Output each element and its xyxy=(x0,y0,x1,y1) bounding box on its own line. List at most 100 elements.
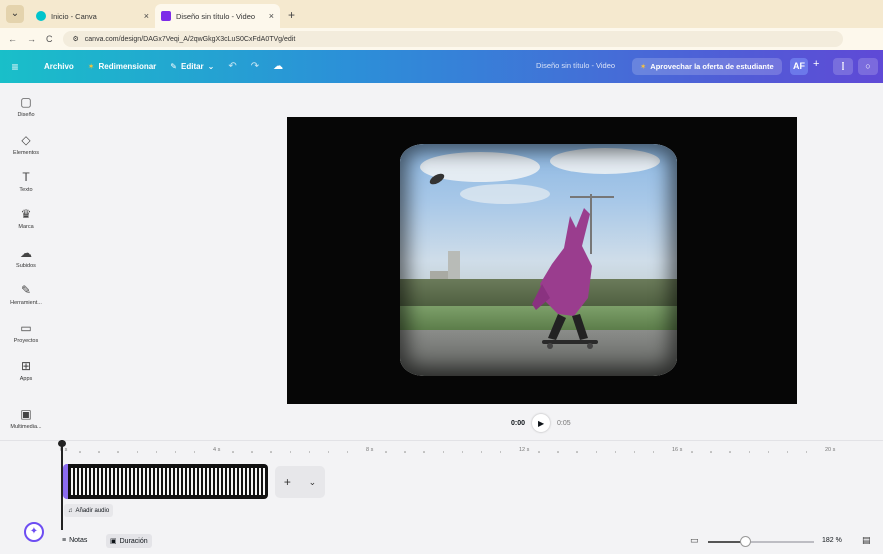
ruler-dot xyxy=(174,451,177,453)
side-panel: ▢ Diseño ◇ Elementos T Texto ♛ Marca ☁ Subido… xyxy=(0,83,52,442)
playback-controls: 0:00 ▶ 0:05 xyxy=(511,414,571,432)
ruler-dot xyxy=(691,451,693,453)
url-field[interactable]: ⚙ canva.com/design/DAGx7Veqi_A/2qwGkgX3c… xyxy=(62,31,843,47)
canva-video-favicon-icon xyxy=(161,11,171,21)
ruler-tick-label: 8 s xyxy=(366,447,374,453)
sidebar-item-label: Multimedia... xyxy=(10,424,42,430)
sidebar-item-label: Elementos xyxy=(13,150,39,156)
play-button[interactable]: ▶ xyxy=(532,414,551,432)
reload-icon[interactable]: C xyxy=(46,34,53,44)
video-clip[interactable] xyxy=(63,464,268,499)
chevron-down-icon: ⌄ xyxy=(207,62,215,71)
crown-icon: ✶ xyxy=(640,62,647,71)
ruler-dot xyxy=(442,451,444,453)
browser-tab-bar: ⌄ Inicio - Canva × Diseño sin título - V… xyxy=(0,0,883,28)
crown-icon: ✶ xyxy=(87,62,95,71)
tab-search-menu[interactable]: ⌄ xyxy=(6,5,24,23)
pages-icon[interactable]: ▭ xyxy=(690,535,699,546)
ruler-dot xyxy=(79,451,81,453)
playhead-handle[interactable] xyxy=(58,440,66,447)
ruler-tick-label: 16 s xyxy=(672,447,683,453)
sidebar-item-herramientas[interactable]: ✎ Herramient... xyxy=(0,283,52,306)
ruler-dot xyxy=(538,451,540,453)
comment-icon[interactable]: ○ xyxy=(858,58,878,75)
ruler-dot xyxy=(136,451,138,453)
redimensionar-button[interactable]: ✶ Redimensionar xyxy=(88,62,157,71)
zoom-level[interactable]: 182 % xyxy=(822,537,842,544)
editar-button[interactable]: ✎ Editar ⌄ xyxy=(170,62,214,71)
new-tab-button[interactable]: + xyxy=(288,8,295,22)
archivo-menu[interactable]: Archivo xyxy=(44,62,74,71)
sidebar-item-diseno[interactable]: ▢ Diseño xyxy=(0,95,52,118)
fullscreen-icon[interactable]: ▤ xyxy=(862,535,871,546)
play-icon: ▶ xyxy=(537,418,545,428)
tools-icon: ✎ xyxy=(20,283,32,297)
ruler-dot xyxy=(557,451,559,453)
insights-icon[interactable]: ⫿ xyxy=(833,58,853,75)
text-icon: T xyxy=(22,170,30,184)
menu-icon[interactable]: ≡ xyxy=(0,60,30,74)
back-icon[interactable]: ← xyxy=(8,34,17,44)
student-offer-button[interactable]: ✶ Aprovechar la oferta de estudiante xyxy=(632,58,782,75)
undo-icon[interactable]: ↶ xyxy=(228,61,236,72)
video-element[interactable] xyxy=(400,144,677,376)
ruler-dot xyxy=(461,451,464,453)
design-canvas[interactable] xyxy=(287,117,797,404)
browser-tab-inicio[interactable]: Inicio - Canva × xyxy=(30,4,155,28)
redo-icon[interactable]: ↷ xyxy=(251,61,259,72)
sidebar-item-apps[interactable]: ⊞ Apps xyxy=(0,359,52,382)
notes-button[interactable]: ≡ Notas xyxy=(62,537,87,544)
current-time: 0:00 xyxy=(511,419,526,427)
ruler-dot xyxy=(633,451,636,453)
cloud-save-icon[interactable]: ☁ xyxy=(273,61,283,72)
ruler-dot xyxy=(614,451,617,453)
ruler-dot xyxy=(786,451,789,453)
sidebar-item-subidos[interactable]: ☁ Subidos xyxy=(0,246,52,269)
add-clip-group: + ⌄ xyxy=(275,466,325,498)
close-icon[interactable]: × xyxy=(144,11,149,21)
address-bar: ← → C ⚙ canva.com/design/DAGx7Veqi_A/2qw… xyxy=(0,28,883,50)
sidebar-item-texto[interactable]: T Texto xyxy=(0,170,52,193)
editar-label: Editar xyxy=(181,62,204,71)
sidebar-item-label: Diseño xyxy=(17,112,35,118)
sidebar-item-label: Herramient... xyxy=(10,300,42,306)
add-collaborator-icon[interactable]: + xyxy=(813,58,819,70)
sidebar-item-proyectos[interactable]: ▭ Proyectos xyxy=(0,321,52,344)
ruler-dot xyxy=(423,451,425,453)
projects-icon: ▭ xyxy=(20,321,32,335)
ruler-dot xyxy=(270,451,272,453)
add-clip-button[interactable]: + xyxy=(284,475,291,489)
ruler-dot xyxy=(385,451,387,453)
ruler-dot xyxy=(346,451,349,453)
uploads-icon: ☁ xyxy=(20,246,32,260)
sidebar-item-label: Marca xyxy=(18,224,34,230)
sidebar-item-elementos[interactable]: ◇ Elementos xyxy=(0,133,52,156)
document-title[interactable]: Diseño sin título - Video xyxy=(536,61,615,70)
ruler-dot xyxy=(289,451,291,453)
add-audio-label: Añadir audio xyxy=(75,507,110,514)
sidebar-item-marca[interactable]: ♛ Marca xyxy=(0,207,52,230)
duration-button[interactable]: ▣ Duración xyxy=(106,534,152,548)
sidebar-item-multimedia[interactable]: ▣ Multimedia... xyxy=(0,407,52,430)
ruler-dot xyxy=(499,451,502,453)
close-icon[interactable]: × xyxy=(269,11,274,21)
magic-assistant-button[interactable]: ✦ xyxy=(24,522,44,542)
design-icon: ▢ xyxy=(20,95,32,109)
apps-icon: ⊞ xyxy=(20,359,32,373)
sidebar-item-label: Subidos xyxy=(16,263,36,269)
duration-label: Duración xyxy=(119,537,148,545)
avatar[interactable]: AF xyxy=(790,58,808,75)
duration-icon: ▣ xyxy=(110,538,117,545)
browser-tab-diseno[interactable]: Diseño sin título - Video × xyxy=(155,4,280,28)
sidebar-item-label: Proyectos xyxy=(13,338,39,344)
add-audio-button[interactable]: ♫ Añadir audio xyxy=(64,504,114,517)
forward-icon[interactable]: → xyxy=(27,34,36,44)
zoom-slider[interactable] xyxy=(708,541,814,543)
chevron-down-icon[interactable]: ⌄ xyxy=(309,477,317,488)
site-settings-icon[interactable]: ⚙ xyxy=(73,35,79,43)
url-text: canva.com/design/DAGx7Veqi_A/2qwGkgX3cLu… xyxy=(84,35,296,43)
ruler-dot xyxy=(117,451,119,453)
ruler-dot xyxy=(308,451,311,453)
ruler-dot xyxy=(232,451,234,453)
elements-icon: ◇ xyxy=(21,133,31,147)
